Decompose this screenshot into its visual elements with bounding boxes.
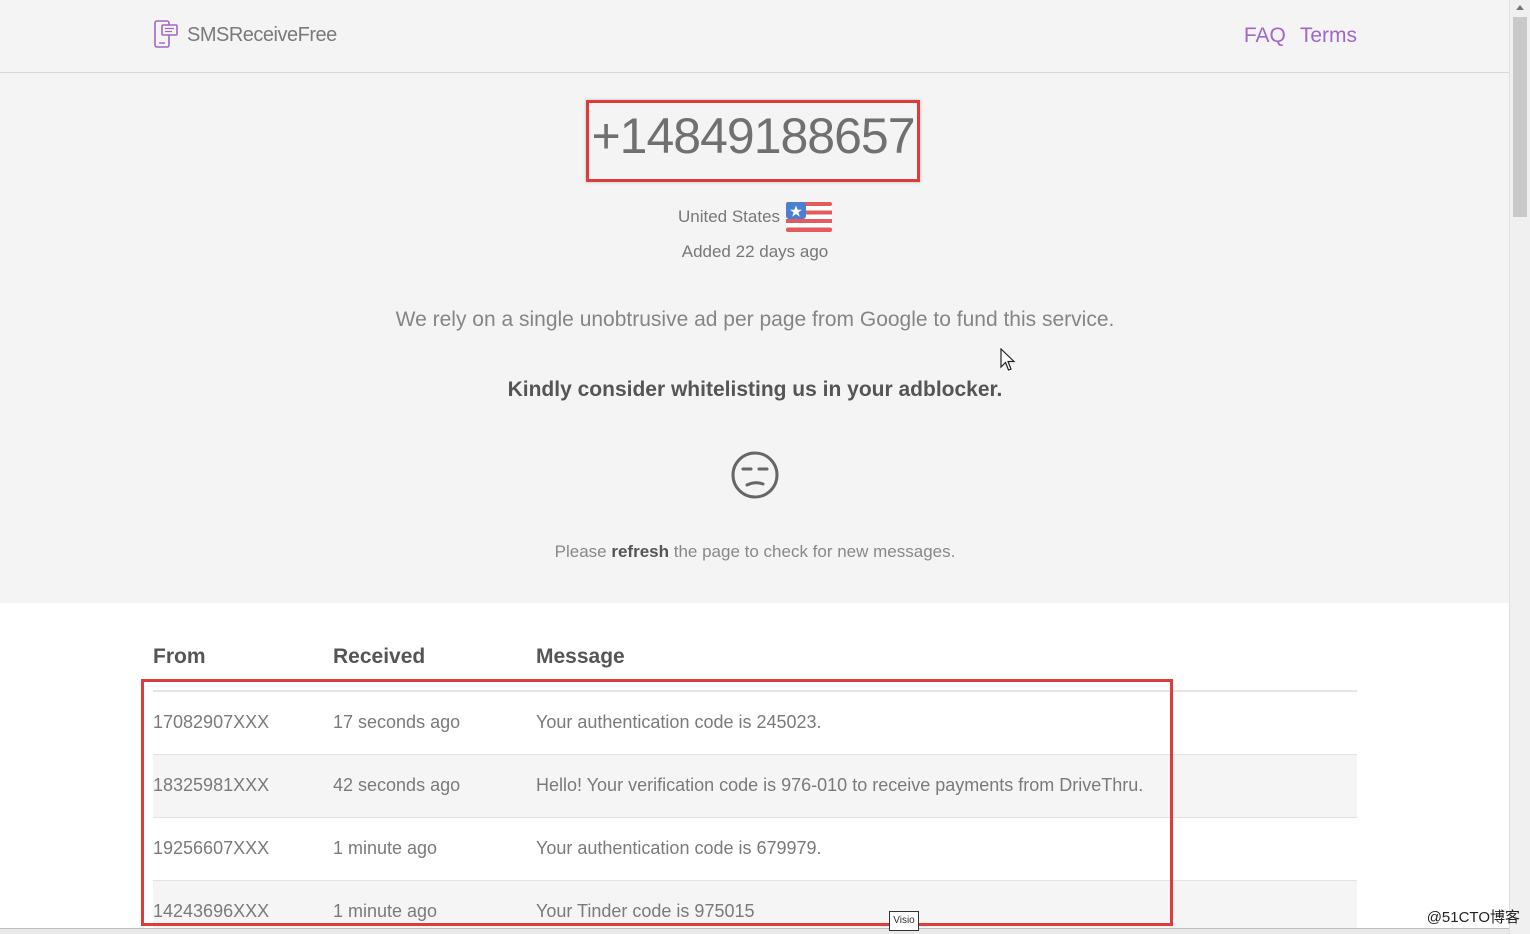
row-received: 17 seconds ago	[333, 712, 461, 732]
row-received: 1 minute ago	[333, 838, 438, 858]
visio-tooltip: Visio	[889, 911, 919, 931]
top-nav: FAQ Terms	[1244, 24, 1357, 48]
added-date: Added 22 days ago	[681, 242, 829, 261]
scroll-up-arrow-icon[interactable]	[1516, 5, 1524, 10]
table-row: 17082907XXX 17 seconds ago Your authenti…	[153, 691, 1357, 754]
ad-notice: We rely on a single unobtrusive ad per p…	[395, 308, 1115, 331]
scrollbar-thumb[interactable]	[1513, 17, 1527, 217]
page: SMSReceiveFree FAQ Terms +14849188657 Un…	[0, 0, 1510, 934]
nav-faq-link[interactable]: FAQ	[1244, 24, 1286, 48]
phone-number: +14849188657	[591, 108, 915, 164]
whitelist-request: Kindly consider whitelisting us in your …	[507, 378, 1003, 401]
unamused-face-icon	[731, 451, 779, 499]
row-received: 1 minute ago	[333, 901, 438, 921]
brand-name: SMSReceiveFree	[187, 23, 337, 46]
column-header-from: From	[153, 645, 206, 668]
refresh-keyword: refresh	[611, 542, 669, 561]
country-name: United States	[677, 207, 781, 226]
table-row: 18325981XXX 42 seconds ago Hello! Your v…	[153, 754, 1357, 817]
row-received: 42 seconds ago	[333, 775, 461, 795]
mouse-cursor-icon	[1000, 348, 1016, 371]
us-flag-icon	[786, 202, 833, 232]
column-header-message: Message	[536, 645, 625, 668]
taskbar-strip	[0, 928, 1510, 934]
row-message: Your authentication code is 245023.	[536, 712, 822, 732]
table-row: 14243696XXX 1 minute ago Your Tinder cod…	[153, 880, 1357, 934]
refresh-prefix: Please	[554, 542, 607, 561]
row-message: Your Tinder code is 975015	[536, 901, 755, 921]
row-from: 17082907XXX	[153, 712, 270, 732]
row-from: 14243696XXX	[153, 901, 270, 921]
table-row: 19256607XXX 1 minute ago Your authentica…	[153, 817, 1357, 880]
watermark: @51CTO博客	[1426, 909, 1520, 926]
phone-number-highlight: +14849188657	[586, 100, 920, 182]
row-from: 18325981XXX	[153, 775, 270, 795]
nav-terms-link[interactable]: Terms	[1300, 24, 1357, 48]
refresh-suffix: the page to check for new messages.	[673, 542, 956, 561]
refresh-hint: Please refresh the page to check for new…	[0, 542, 1510, 562]
brand-link[interactable]: SMSReceiveFree	[153, 20, 337, 50]
column-header-received: Received	[333, 645, 426, 668]
row-message: Your authentication code is 679979.	[536, 838, 822, 858]
messages-table: From Received Message 17082907XXX 17 sec…	[0, 603, 1510, 934]
row-from: 19256607XXX	[153, 838, 270, 858]
site-header: SMSReceiveFree FAQ Terms	[0, 0, 1510, 73]
vertical-scrollbar[interactable]	[1509, 0, 1530, 934]
country-row: United States	[0, 202, 1510, 232]
row-message: Hello! Your verification code is 976-010…	[536, 775, 1144, 795]
phone-chat-icon	[154, 20, 178, 48]
